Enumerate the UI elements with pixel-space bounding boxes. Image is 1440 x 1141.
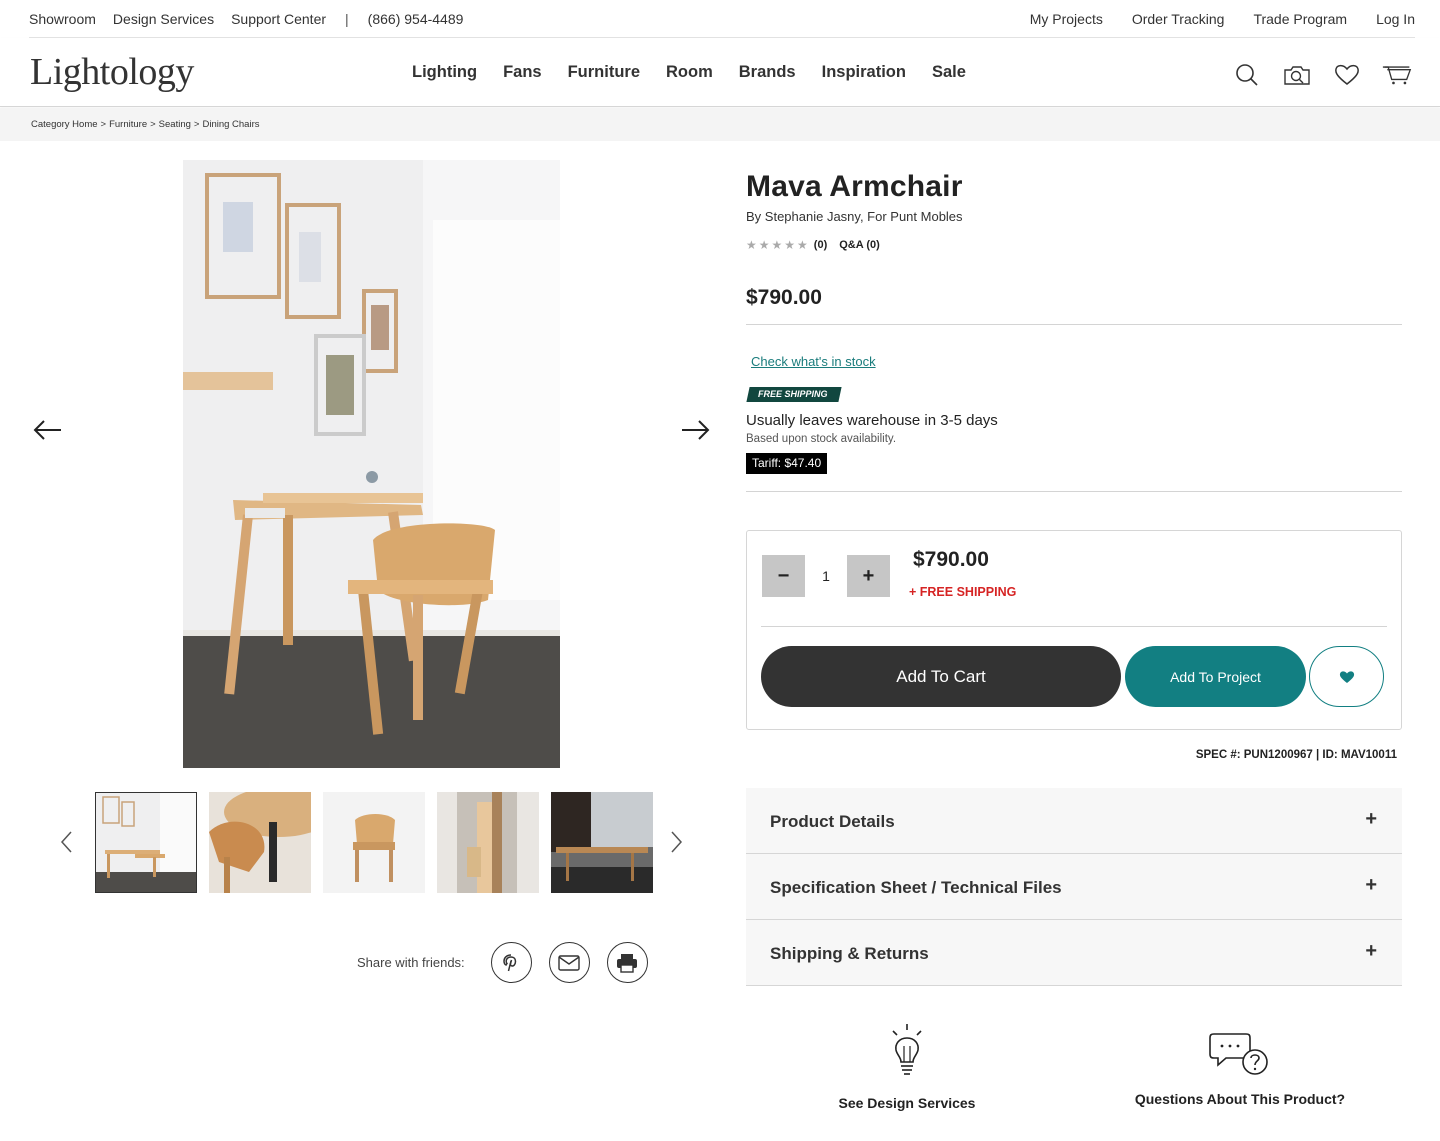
accordion-label: Specification Sheet / Technical Files bbox=[770, 878, 1062, 897]
product-title: Mava Armchair bbox=[746, 170, 963, 203]
accordion-label: Shipping & Returns bbox=[770, 944, 929, 963]
breadcrumb-bar: Category Home > Furniture > Seating > Di… bbox=[0, 108, 1440, 141]
chat-question-icon bbox=[1209, 1033, 1268, 1075]
share-label: Share with friends: bbox=[357, 955, 465, 970]
cart-icon[interactable] bbox=[1382, 60, 1412, 90]
showroom-link[interactable]: Showroom bbox=[29, 11, 96, 27]
next-image-arrow-icon[interactable] bbox=[679, 416, 711, 444]
help-label: See Design Services bbox=[838, 1095, 976, 1111]
thumbnail-5[interactable] bbox=[551, 792, 653, 893]
help-label: Questions About This Product? bbox=[1134, 1091, 1346, 1107]
heart-filled-icon bbox=[1339, 670, 1354, 683]
free-shipping-badge: FREE SHIPPING bbox=[746, 387, 842, 402]
nav-room[interactable]: Room bbox=[666, 63, 713, 82]
thumbs-next-chevron-icon[interactable] bbox=[668, 830, 684, 854]
nav-furniture[interactable]: Furniture bbox=[568, 63, 640, 82]
divider bbox=[746, 491, 1402, 492]
accordion-product-details[interactable]: Product Details + bbox=[746, 788, 1402, 854]
pinterest-icon[interactable] bbox=[490, 942, 532, 983]
rating-row: ★★★★★ (0) Q&A (0) bbox=[746, 238, 880, 252]
utility-separator: | bbox=[345, 11, 349, 27]
nav-fans[interactable]: Fans bbox=[503, 63, 542, 82]
design-services-help[interactable]: See Design Services bbox=[829, 1022, 985, 1111]
thumbnail-3[interactable] bbox=[323, 792, 425, 893]
divider bbox=[761, 626, 1387, 627]
phone-link[interactable]: (866) 954-4489 bbox=[368, 11, 464, 27]
cart-free-shipping: + FREE SHIPPING bbox=[909, 585, 1017, 599]
accordion-shipping-returns[interactable]: Shipping & Returns + bbox=[746, 920, 1402, 986]
crumb-separator: > bbox=[150, 119, 156, 130]
add-to-cart-button[interactable]: Add To Cart bbox=[761, 646, 1121, 707]
email-icon[interactable] bbox=[548, 942, 590, 983]
nav-lighting[interactable]: Lighting bbox=[412, 63, 477, 82]
crumb-separator: > bbox=[100, 119, 107, 130]
main-nav: Lightology Lighting Fans Furniture Room … bbox=[0, 38, 1440, 107]
qa-link[interactable]: Q&A (0) bbox=[839, 239, 880, 251]
product-questions-help[interactable]: Questions About This Product? bbox=[1126, 1030, 1354, 1107]
thumbnail-strip bbox=[95, 792, 653, 893]
wishlist-button[interactable] bbox=[1309, 646, 1384, 707]
camera-search-icon[interactable] bbox=[1282, 60, 1312, 90]
nav-links: Lighting Fans Furniture Room Brands Insp… bbox=[412, 63, 992, 82]
spec-id: SPEC #: PUN1200967 | ID: MAV10011 bbox=[1195, 749, 1397, 761]
product-main-image[interactable] bbox=[183, 160, 560, 768]
nav-icons bbox=[1232, 60, 1412, 90]
crumb-category-home[interactable]: Category Home bbox=[31, 119, 98, 130]
plus-icon: + bbox=[1365, 940, 1377, 962]
crumb-separator: > bbox=[193, 119, 200, 130]
logo[interactable]: Lightology bbox=[30, 50, 194, 94]
thumbs-prev-chevron-icon[interactable] bbox=[59, 830, 75, 854]
utility-right: My Projects Order Tracking Trade Program… bbox=[1030, 11, 1415, 27]
heart-icon[interactable] bbox=[1332, 60, 1362, 90]
accordion-spec-sheet[interactable]: Specification Sheet / Technical Files + bbox=[746, 854, 1402, 920]
print-icon[interactable] bbox=[606, 942, 648, 983]
quantity-decrease-button[interactable]: − bbox=[762, 555, 805, 597]
support-center-link[interactable]: Support Center bbox=[231, 11, 326, 27]
divider bbox=[746, 324, 1402, 325]
share-section: Share with friends: bbox=[357, 942, 665, 983]
trade-program-link[interactable]: Trade Program bbox=[1253, 11, 1347, 27]
cart-price: $790.00 bbox=[913, 548, 989, 571]
my-projects-link[interactable]: My Projects bbox=[1030, 11, 1103, 27]
ship-time: Usually leaves warehouse in 3-5 days bbox=[746, 412, 998, 429]
quantity-input[interactable]: 1 bbox=[805, 555, 847, 597]
crumb-seating[interactable]: Seating bbox=[159, 119, 191, 130]
log-in-link[interactable]: Log In bbox=[1376, 11, 1415, 27]
nav-brands[interactable]: Brands bbox=[739, 63, 796, 82]
thumbnail-2[interactable] bbox=[209, 792, 311, 893]
add-to-project-button[interactable]: Add To Project bbox=[1125, 646, 1306, 707]
thumbnail-4[interactable] bbox=[437, 792, 539, 893]
check-stock-link[interactable]: Check what's in stock bbox=[751, 354, 876, 369]
plus-icon: + bbox=[1365, 874, 1377, 896]
plus-icon: + bbox=[1365, 808, 1377, 830]
quantity-stepper: − 1 + bbox=[762, 555, 890, 597]
utility-bar: Showroom Design Services Support Center … bbox=[0, 0, 1440, 38]
add-to-cart-panel: − 1 + $790.00 + FREE SHIPPING Add To Car… bbox=[746, 530, 1402, 730]
order-tracking-link[interactable]: Order Tracking bbox=[1132, 11, 1225, 27]
quantity-increase-button[interactable]: + bbox=[847, 555, 890, 597]
thumbnail-1[interactable] bbox=[95, 792, 197, 893]
nav-sale[interactable]: Sale bbox=[932, 63, 966, 82]
nav-inspiration[interactable]: Inspiration bbox=[822, 63, 906, 82]
prev-image-arrow-icon[interactable] bbox=[32, 416, 64, 444]
rating-stars[interactable]: ★★★★★ bbox=[746, 238, 810, 252]
breadcrumb: Category Home > Furniture > Seating > Di… bbox=[31, 119, 260, 130]
crumb-dining-chairs[interactable]: Dining Chairs bbox=[202, 119, 259, 130]
rating-count[interactable]: (0) bbox=[814, 239, 827, 251]
lightbulb-icon bbox=[892, 1024, 922, 1075]
ship-note: Based upon stock availability. bbox=[746, 433, 897, 445]
product-byline[interactable]: By Stephanie Jasny, For Punt Mobles bbox=[746, 209, 963, 224]
design-services-link[interactable]: Design Services bbox=[113, 11, 214, 27]
product-price: $790.00 bbox=[746, 286, 822, 309]
tariff-badge: Tariff: $47.40 bbox=[746, 453, 828, 474]
search-icon[interactable] bbox=[1232, 60, 1262, 90]
utility-left: Showroom Design Services Support Center … bbox=[29, 11, 463, 27]
accordion-label: Product Details bbox=[770, 812, 895, 831]
crumb-furniture[interactable]: Furniture bbox=[109, 119, 147, 130]
